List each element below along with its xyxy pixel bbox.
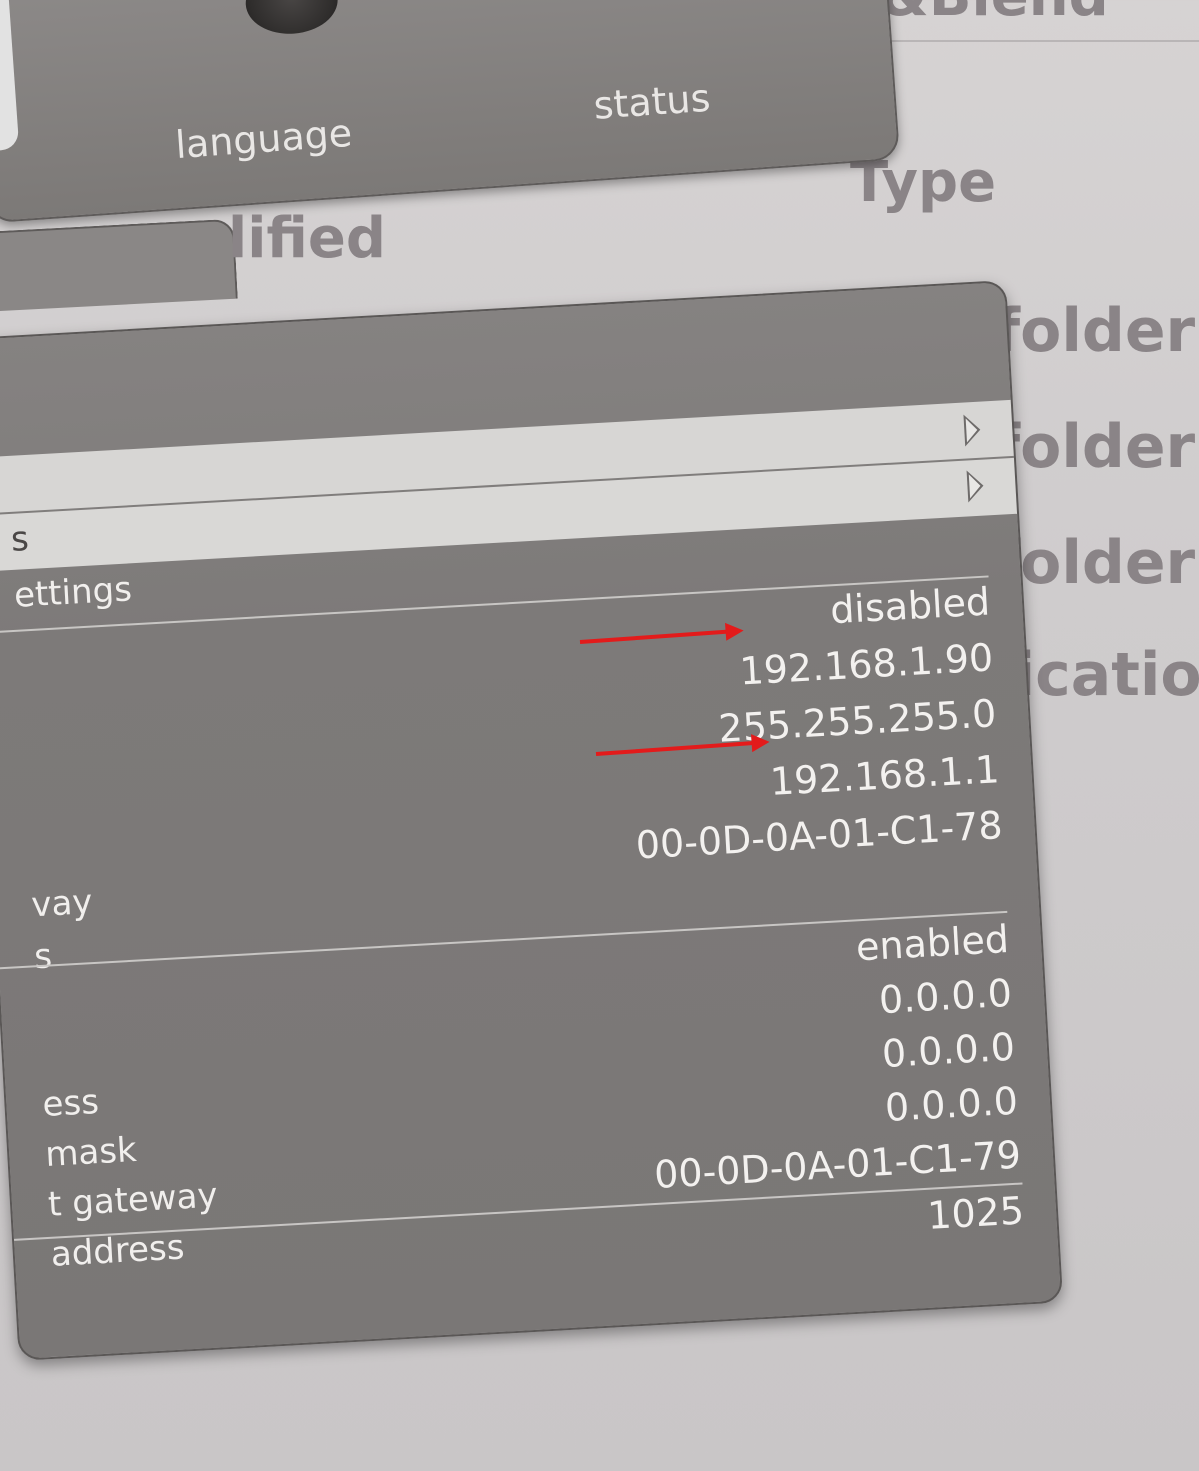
menu-row-label: s bbox=[9, 518, 30, 560]
knob-icon[interactable] bbox=[243, 0, 340, 37]
ip-address-value-2: 0.0.0.0 bbox=[877, 970, 1014, 1023]
launcher-item-status[interactable]: status bbox=[592, 76, 712, 128]
bg-type-value: folder bbox=[994, 528, 1196, 598]
ip-address-value: 192.168.1.90 bbox=[738, 635, 995, 694]
submenu-arrow-icon bbox=[966, 469, 985, 503]
bg-column-modified: lified bbox=[228, 206, 386, 271]
panel-corner bbox=[0, 0, 20, 153]
dhcp-status-value-2: enabled bbox=[854, 916, 1011, 970]
ip-address-label-2: ess bbox=[41, 1081, 100, 1126]
network-settings-panel: s ettings disabled 192.168.1.90 255.255.… bbox=[0, 280, 1064, 1361]
bg-divider bbox=[880, 40, 1199, 42]
mac-address-label: s bbox=[33, 936, 54, 978]
submenu-arrow-icon bbox=[963, 413, 982, 447]
launcher-item-language[interactable]: language bbox=[174, 111, 354, 167]
mac-address-value: 00-0D-0A-01-C1-78 bbox=[634, 803, 1004, 868]
gateway-value-2: 0.0.0.0 bbox=[883, 1078, 1020, 1131]
settings-tab[interactable] bbox=[0, 218, 238, 312]
menu-row-settings[interactable]: ettings bbox=[13, 569, 133, 616]
gateway-label-2: t gateway bbox=[47, 1175, 219, 1225]
subnet-mask-value-2: 0.0.0.0 bbox=[880, 1024, 1017, 1077]
gateway-value: 192.168.1.1 bbox=[768, 747, 1001, 804]
launcher-panel: language status bbox=[0, 0, 901, 224]
bg-heading-fragment: &Blend bbox=[880, 0, 1109, 29]
dhcp-status-value: disabled bbox=[828, 579, 992, 633]
gateway-label: vay bbox=[30, 882, 94, 926]
port-value: 1025 bbox=[926, 1188, 1026, 1238]
bg-type-value: folder bbox=[994, 296, 1196, 366]
subnet-mask-label-2: mask bbox=[44, 1129, 138, 1175]
bg-type-value: folder bbox=[994, 412, 1196, 482]
